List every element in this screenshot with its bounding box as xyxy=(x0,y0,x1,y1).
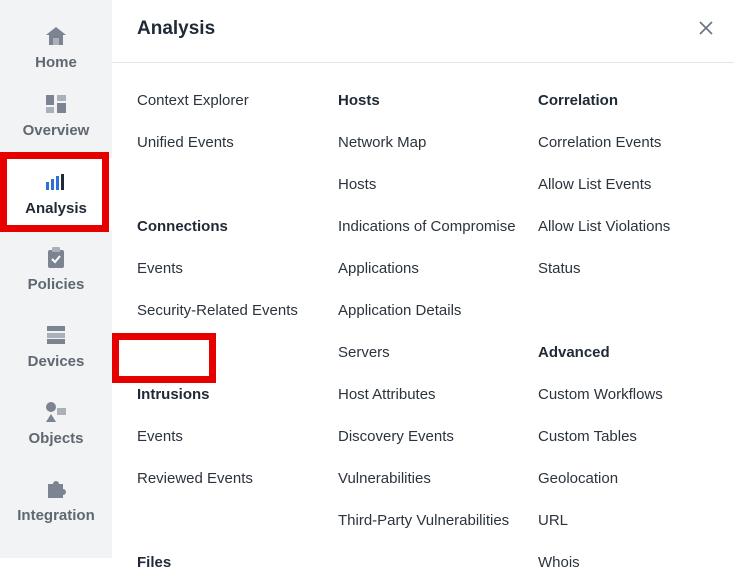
menu-item-events[interactable]: Events xyxy=(137,416,183,458)
menu-item-custom-workflows[interactable]: Custom Workflows xyxy=(538,374,663,416)
puzzle-icon xyxy=(46,477,66,501)
menu-section-correlation: Correlation xyxy=(538,92,619,109)
dashboard-icon xyxy=(46,92,66,116)
sidebar-item-objects[interactable]: Objects xyxy=(0,388,112,460)
sidebar-item-label: Objects xyxy=(28,430,84,447)
objects-icon xyxy=(45,400,67,424)
sidebar-item-devices[interactable]: Devices xyxy=(0,311,112,383)
sidebar-item-label: Integration xyxy=(17,507,95,524)
menu-item-third-party-vulnerabilities[interactable]: Third-Party Vulnerabilities xyxy=(338,500,509,542)
close-icon[interactable] xyxy=(698,20,716,38)
menu-item-status[interactable]: Status xyxy=(538,248,581,290)
menu-item-url[interactable]: URL xyxy=(538,500,568,542)
sidebar-item-overview[interactable]: Overview xyxy=(0,80,112,152)
sidebar: Home Overview Analysis Policies Devices … xyxy=(0,0,112,558)
menu-item-application-details[interactable]: Application Details xyxy=(338,290,461,332)
sidebar-item-label: Devices xyxy=(27,353,85,370)
menu-item-discovery-events[interactable]: Discovery Events xyxy=(338,416,454,458)
sidebar-item-integration[interactable]: Integration xyxy=(0,465,112,537)
menu-section-connections: Connections xyxy=(137,218,228,235)
menu-item-events[interactable]: Events xyxy=(137,248,183,290)
menu-item-indications-of-compromise[interactable]: Indications of Compromise xyxy=(338,206,516,248)
panel-title: Analysis xyxy=(137,18,216,39)
menu-section-intrusions: Intrusions xyxy=(137,386,210,403)
menu-item-whois[interactable]: Whois xyxy=(538,542,580,584)
sidebar-item-home[interactable]: Home xyxy=(0,12,112,84)
analysis-menu-panel: Analysis Context Explorer Unified Events C… xyxy=(112,0,734,571)
sidebar-item-label: Home xyxy=(35,54,77,71)
menu-section-hosts: Hosts xyxy=(338,92,380,109)
menu-item-hosts[interactable]: Hosts xyxy=(338,164,376,206)
menu-item-geolocation[interactable]: Geolocation xyxy=(538,458,618,500)
menu-item-servers[interactable]: Servers xyxy=(338,332,390,374)
panel-header: Analysis xyxy=(112,0,734,63)
menu-item-correlation-events[interactable]: Correlation Events xyxy=(538,122,661,164)
menu-item-security-related-events[interactable]: Security-Related Events xyxy=(137,290,298,332)
menu-item-applications[interactable]: Applications xyxy=(338,248,419,290)
clipboard-check-icon xyxy=(47,246,65,270)
bar-chart-icon xyxy=(46,170,66,194)
server-icon xyxy=(47,323,65,347)
menu-item-host-attributes[interactable]: Host Attributes xyxy=(338,374,436,416)
menu-item-network-map[interactable]: Network Map xyxy=(338,122,426,164)
menu-item-reviewed-events[interactable]: Reviewed Events xyxy=(137,458,253,500)
sidebar-item-label: Policies xyxy=(27,276,85,293)
home-icon xyxy=(45,24,67,48)
menu-item-allow-list-events[interactable]: Allow List Events xyxy=(538,164,651,206)
menu-item-allow-list-violations[interactable]: Allow List Violations xyxy=(538,206,670,248)
menu-item-vulnerabilities[interactable]: Vulnerabilities xyxy=(338,458,431,500)
sidebar-item-analysis[interactable]: Analysis xyxy=(0,158,112,230)
menu-section-files: Files xyxy=(137,554,172,571)
sidebar-item-policies[interactable]: Policies xyxy=(0,234,112,306)
menu-section-advanced: Advanced xyxy=(538,344,610,361)
menu-item-context-explorer[interactable]: Context Explorer xyxy=(137,80,249,122)
menu-item-unified-events[interactable]: Unified Events xyxy=(137,122,234,164)
sidebar-item-label: Analysis xyxy=(25,200,87,217)
sidebar-item-label: Overview xyxy=(22,122,90,139)
menu-item-custom-tables[interactable]: Custom Tables xyxy=(538,416,637,458)
